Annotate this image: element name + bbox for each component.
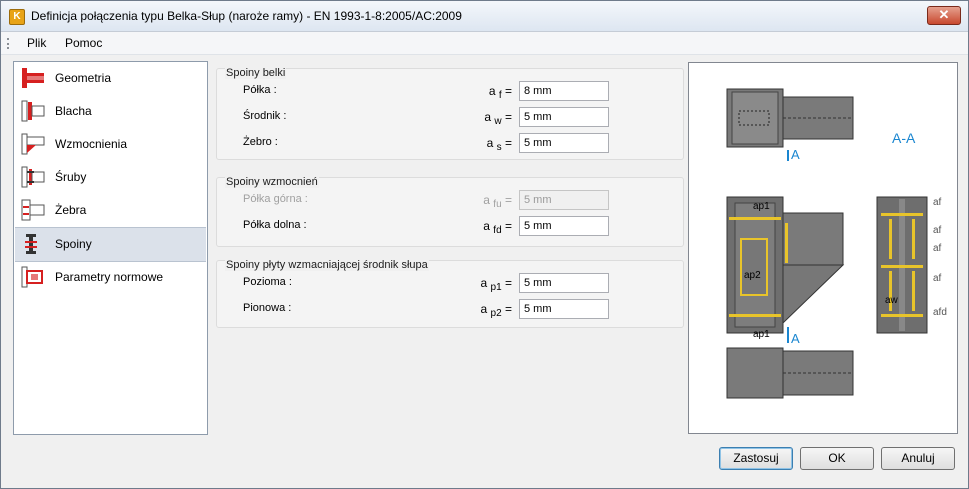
flange-label: Półka : bbox=[243, 84, 277, 96]
sidebar-item-stiffeners[interactable]: Wzmocnienia bbox=[15, 128, 206, 161]
ribs-icon bbox=[21, 199, 45, 221]
dialog-window: K Definicja połączenia typu Belka-Słup (… bbox=[0, 0, 969, 489]
bottom-view bbox=[726, 347, 854, 399]
sidebar-item-label: Blacha bbox=[55, 104, 92, 118]
sidebar-item-label: Spoiny bbox=[55, 237, 92, 251]
sidebar-item-label: Żebra bbox=[55, 203, 87, 217]
welds-icon bbox=[25, 234, 37, 254]
apply-button[interactable]: Zastosuj bbox=[719, 447, 793, 470]
beam-welds-group: Spoiny belki Półka : a f = 8 mm Środnik … bbox=[216, 67, 684, 160]
ok-button[interactable]: OK bbox=[800, 447, 874, 470]
ap2-symbol: a p2 = bbox=[480, 302, 512, 319]
connection-preview: A A-A A ap1 ap2 ap1 aw af af af af afd bbox=[688, 62, 958, 434]
af-label-3: af bbox=[933, 243, 942, 254]
af-symbol: a f = bbox=[488, 84, 512, 101]
afd-input[interactable]: 5 mm bbox=[519, 216, 609, 236]
as-symbol: a s = bbox=[486, 136, 512, 153]
aw-symbol: a w = bbox=[484, 110, 512, 127]
app-icon: K bbox=[9, 9, 25, 25]
title-bar: K Definicja połączenia typu Belka-Słup (… bbox=[1, 1, 968, 32]
top-view: A bbox=[726, 88, 854, 162]
sidebar-item-label: Geometria bbox=[55, 71, 112, 85]
ap2-label: ap2 bbox=[744, 270, 761, 281]
section-marker-bottom: A bbox=[791, 331, 800, 346]
sidebar-item-code-parameters[interactable]: Parametry normowe bbox=[15, 261, 206, 294]
menu-file[interactable]: Plik bbox=[27, 36, 46, 50]
sidebar-item-bolts[interactable]: Śruby bbox=[15, 161, 206, 194]
section-title: A-A bbox=[892, 130, 916, 146]
af-label-4: af bbox=[933, 273, 942, 284]
menu-help[interactable]: Pomoc bbox=[65, 36, 102, 50]
af-input[interactable]: 8 mm bbox=[519, 81, 609, 101]
rib-label: Żebro : bbox=[243, 136, 278, 148]
afd-symbol: a fd = bbox=[483, 219, 512, 236]
sidebar-item-label: Parametry normowe bbox=[55, 270, 164, 284]
sidebar-item-label: Śruby bbox=[55, 170, 87, 184]
cancel-button[interactable]: Anuluj bbox=[881, 447, 955, 470]
vertical-label: Pionowa : bbox=[243, 302, 292, 314]
af-label-1: af bbox=[933, 197, 942, 208]
group-title: Spoiny wzmocnień bbox=[225, 176, 319, 188]
sidebar-item-label: Wzmocnienia bbox=[55, 137, 128, 151]
plate-icon bbox=[21, 100, 45, 122]
ap1-input[interactable]: 5 mm bbox=[519, 273, 609, 293]
section-marker-top: A bbox=[791, 147, 800, 162]
elevation-view: A ap1 ap2 ap1 bbox=[726, 196, 845, 346]
sidebar-item-ribs[interactable]: Żebra bbox=[15, 194, 206, 227]
afu-input: 5 mm bbox=[519, 190, 609, 210]
afu-symbol: a fu = bbox=[483, 193, 512, 210]
afd-label: afd bbox=[933, 307, 947, 318]
ap1-bottom-label: ap1 bbox=[753, 329, 770, 340]
sidebar-item-welds[interactable]: Spoiny bbox=[15, 227, 206, 262]
top-flange-label: Półka górna : bbox=[243, 193, 308, 205]
reinforcement-welds-group: Spoiny wzmocnień Półka górna : a fu = 5 … bbox=[216, 176, 684, 247]
group-title: Spoiny płyty wzmacniającej środnik słupa bbox=[225, 259, 429, 271]
bottom-flange-label: Półka dolna : bbox=[243, 219, 307, 231]
aw-label: aw bbox=[885, 295, 899, 306]
menu-bar: Plik Pomoc bbox=[1, 32, 968, 55]
code-parameters-icon bbox=[21, 266, 43, 288]
as-input[interactable]: 5 mm bbox=[519, 133, 609, 153]
horizontal-label: Pozioma : bbox=[243, 276, 292, 288]
close-button[interactable]: ✕ bbox=[927, 6, 961, 25]
sidebar: Geometria Blacha Wzmocnienia Śruby Żebra bbox=[13, 61, 208, 435]
section-aa-view: aw af af af af afd bbox=[876, 196, 947, 334]
geometry-icon bbox=[22, 68, 44, 88]
ap2-input[interactable]: 5 mm bbox=[519, 299, 609, 319]
af-label-2: af bbox=[933, 225, 942, 236]
ap1-top-label: ap1 bbox=[753, 201, 770, 212]
bolts-icon bbox=[21, 166, 45, 188]
window-title: Definicja połączenia typu Belka-Słup (na… bbox=[31, 9, 462, 23]
sidebar-item-geometry[interactable]: Geometria bbox=[15, 62, 206, 95]
menu-grip-icon bbox=[7, 38, 11, 49]
group-title: Spoiny belki bbox=[225, 67, 287, 79]
aw-input[interactable]: 5 mm bbox=[519, 107, 609, 127]
connection-drawing: A A-A A ap1 ap2 ap1 aw af af af af afd bbox=[726, 88, 947, 399]
stiffeners-icon bbox=[21, 133, 45, 155]
web-label: Środnik : bbox=[243, 110, 287, 122]
web-plate-welds-group: Spoiny płyty wzmacniającej środnik słupa… bbox=[216, 259, 684, 328]
sidebar-item-plate[interactable]: Blacha bbox=[15, 95, 206, 128]
ap1-symbol: a p1 = bbox=[480, 276, 512, 293]
